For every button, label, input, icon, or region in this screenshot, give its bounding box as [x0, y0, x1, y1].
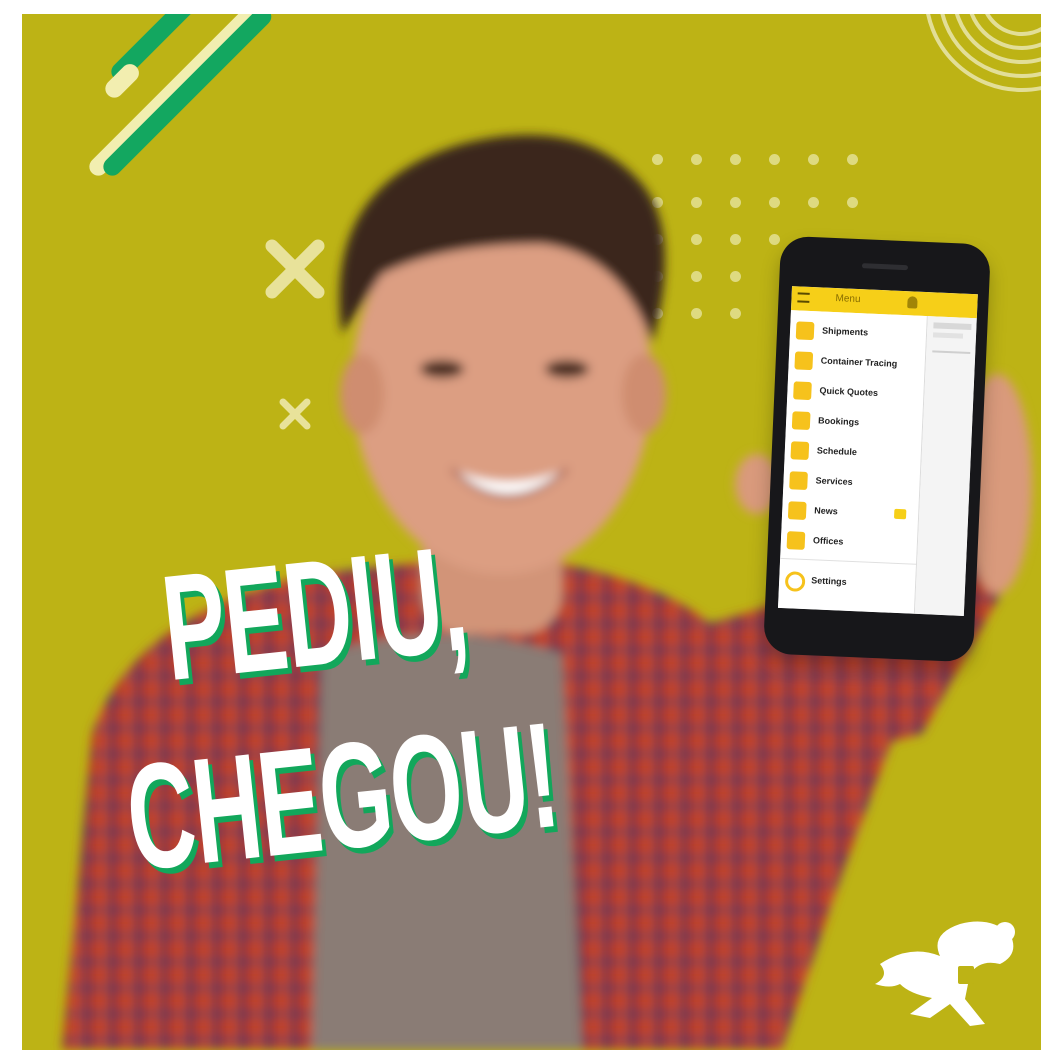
app-header-title: Menu [835, 293, 861, 306]
booking-icon [791, 411, 811, 431]
phone-speaker [861, 263, 909, 271]
menu-item-label: Bookings [817, 415, 860, 428]
truck-icon [789, 471, 808, 490]
menu-item-label: Quick Quotes [819, 385, 879, 398]
running-hero-logo-icon [875, 921, 1015, 1026]
headline-line-2: CHEGOU! [119, 690, 565, 903]
news-icon [787, 501, 807, 520]
building-icon [786, 531, 806, 550]
menu-item-label: Shipments [821, 325, 869, 338]
menu-item-label: Settings [810, 575, 847, 587]
menu-item-settings[interactable]: Settings [779, 557, 917, 602]
clipboard-icon [795, 321, 815, 341]
hamburger-menu-icon[interactable] [797, 292, 810, 303]
menu-item-label: Services [815, 475, 853, 487]
menu-item-label: Offices [812, 535, 844, 547]
menu-item-offices[interactable]: Offices [780, 526, 917, 562]
side-menu: Shipments Container Tracing Quick Quotes Bo… [777, 310, 928, 614]
headline-line-1: PEDIU, [155, 513, 474, 713]
promo-image: Menu Shipments Container Tracing Quick Quo… [22, 14, 1041, 1050]
smartphone: Menu Shipments Container Tracing Quick Quo… [762, 235, 992, 663]
news-badge [893, 508, 907, 520]
menu-item-label: Container Tracing [820, 355, 898, 369]
tag-icon [793, 381, 812, 401]
phone-screen: Menu Shipments Container Tracing Quick Quo… [777, 286, 978, 616]
user-icon[interactable] [907, 296, 918, 309]
container-icon [794, 351, 814, 371]
menu-item-label: Schedule [816, 445, 858, 458]
gear-icon [784, 571, 806, 592]
calendar-icon [790, 441, 810, 461]
menu-item-label: News [814, 505, 838, 517]
